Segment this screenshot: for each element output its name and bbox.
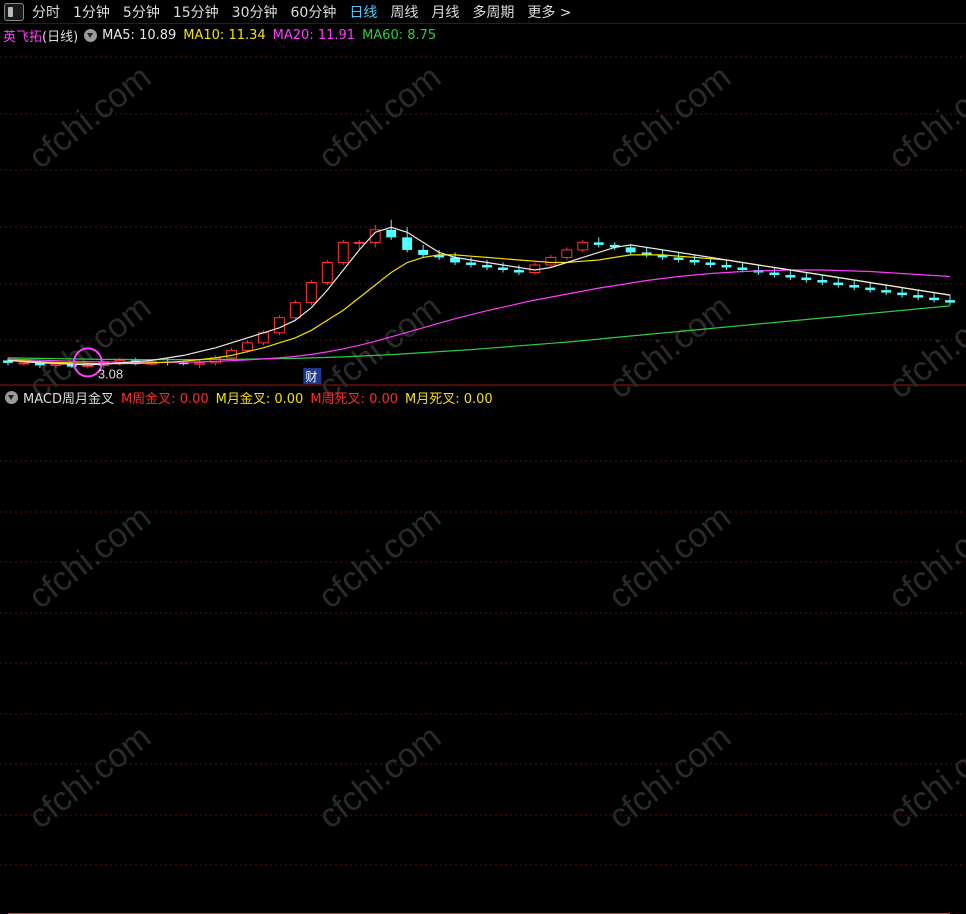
- candle-body-58: [929, 297, 940, 301]
- candle-body-37: [593, 242, 604, 245]
- tab-weekly[interactable]: 周线: [390, 2, 418, 22]
- tab-fenshi[interactable]: 分时: [32, 2, 60, 22]
- watermark-text-12: cfchi.com: [22, 718, 159, 836]
- m-week-golden-cross: M周金叉: 0.00: [120, 391, 209, 407]
- candle-body-46: [737, 267, 748, 270]
- candle-body-17: [273, 317, 285, 334]
- candle-body-26: [418, 249, 429, 255]
- watermark-text-15: cfchi.com: [882, 718, 966, 836]
- m-week-death-cross: M周死叉: 0.00: [310, 391, 399, 407]
- watermark-text-14: cfchi.com: [602, 718, 739, 836]
- stock-name[interactable]: 英飞拓: [3, 26, 42, 45]
- watermark-text-11: cfchi.com: [882, 498, 966, 616]
- tab-1min[interactable]: 1分钟: [73, 2, 110, 22]
- watermark-text-0: cfchi.com: [22, 58, 159, 176]
- ma5-line: [7, 226, 951, 366]
- watermark-layer: cfchi.com cfchi.com cfchi.com cfchi.com cfch…: [22, 58, 966, 836]
- macd-indicator-menu-icon[interactable]: [5, 390, 18, 404]
- candle-body-39: [625, 247, 636, 253]
- candle-body-3: [50, 363, 62, 366]
- candle-body-57: [913, 295, 924, 298]
- candle-body-29: [466, 262, 476, 265]
- watermark-text-10: cfchi.com: [602, 498, 739, 616]
- sidebar-toggle-icon[interactable]: [4, 2, 24, 21]
- m-month-death-cross: M月死叉: 0.00: [405, 391, 493, 407]
- watermark-text-8: cfchi.com: [22, 498, 159, 616]
- candle-body-11: [178, 362, 189, 365]
- tab-30min[interactable]: 30分钟: [232, 2, 278, 22]
- tab-multi-period[interactable]: 多周期: [472, 2, 514, 22]
- main-panel-grid: [0, 56, 966, 386]
- candle-body-33: [529, 264, 541, 274]
- candle-body-32: [513, 270, 524, 273]
- candle-body-25: [402, 237, 413, 250]
- ma5-value: MA5: 10.89: [102, 27, 177, 43]
- period-label: (日线): [42, 29, 79, 45]
- main-panel-legend: 英飞拓 (日线) MA5: 10.89 MA10: 11.34 MA20: 11…: [3, 26, 443, 45]
- candle-body-36: [577, 241, 589, 251]
- macd-panel-legend: MACD周月金叉 M周金叉: 0.00 M月金叉: 0.00 M周死叉: 0.0…: [3, 388, 500, 407]
- candle-body-24: [386, 229, 397, 238]
- candle-body-5: [82, 364, 94, 368]
- candle-body-42: [673, 257, 684, 260]
- candle-body-59: [945, 300, 955, 303]
- candle-body-43: [689, 259, 700, 263]
- watermark-text-6: cfchi.com: [602, 288, 739, 406]
- candle-body-34: [545, 256, 557, 266]
- candle-body-54: [865, 287, 876, 291]
- candle-body-48: [769, 272, 780, 276]
- m-month-golden-cross: M月金叉: 0.00: [215, 391, 304, 407]
- main-indicator-menu-icon[interactable]: [84, 28, 98, 42]
- ma60-value: MA60: 8.75: [362, 27, 437, 43]
- candle-body-20: [321, 261, 333, 284]
- ma20-value: MA20: 11.91: [272, 27, 356, 43]
- tab-monthly[interactable]: 月线: [431, 2, 459, 22]
- candle-body-51: [817, 280, 828, 283]
- candle-body-44: [705, 262, 716, 265]
- candle-body-15: [242, 342, 253, 351]
- candle-body-50: [801, 277, 812, 281]
- candle-body-12: [194, 362, 206, 365]
- candle-body-19: [305, 282, 317, 304]
- period-tab-bar: 分时 1分钟 5分钟 15分钟 30分钟 60分钟 日线 周线 月线 多周期 更…: [0, 0, 966, 24]
- low-price-label: 3.08: [98, 366, 123, 381]
- watermark-text-7: cfchi.com: [882, 288, 966, 406]
- candle-body-53: [849, 285, 860, 288]
- candle-body-56: [897, 292, 908, 296]
- candle-body-49: [785, 275, 796, 278]
- watermark-text-3: cfchi.com: [882, 58, 966, 176]
- tab-daily[interactable]: 日线: [349, 2, 377, 22]
- macd-title[interactable]: MACD周月金叉: [23, 388, 114, 407]
- event-badge-text[interactable]: 财: [305, 370, 317, 384]
- moving-average-lines: [7, 226, 951, 366]
- candle-body-52: [833, 282, 844, 286]
- candle-body-1: [18, 362, 30, 365]
- chart-canvas: cfchi.com cfchi.com cfchi.com cfchi.com cfch…: [0, 56, 966, 914]
- candle-body-35: [561, 249, 573, 258]
- watermark-text-9: cfchi.com: [312, 498, 449, 616]
- tab-60min[interactable]: 60分钟: [291, 2, 337, 22]
- watermark-text-2: cfchi.com: [602, 58, 739, 176]
- tab-5min[interactable]: 5分钟: [123, 2, 160, 22]
- ma10-value: MA10: 11.34: [183, 27, 266, 43]
- candlestick-series[interactable]: [3, 219, 955, 369]
- watermark-text-13: cfchi.com: [312, 718, 449, 836]
- candle-body-21: [337, 241, 349, 263]
- candle-body-55: [881, 290, 892, 293]
- candle-body-45: [721, 264, 732, 268]
- candle-body-22: [353, 241, 365, 244]
- tab-more[interactable]: 更多 >: [527, 2, 571, 22]
- watermark-text-1: cfchi.com: [312, 58, 449, 176]
- candle-body-31: [498, 267, 508, 270]
- candle-body-18: [289, 302, 301, 319]
- tab-15min[interactable]: 15分钟: [173, 2, 219, 22]
- candle-body-30: [482, 264, 492, 268]
